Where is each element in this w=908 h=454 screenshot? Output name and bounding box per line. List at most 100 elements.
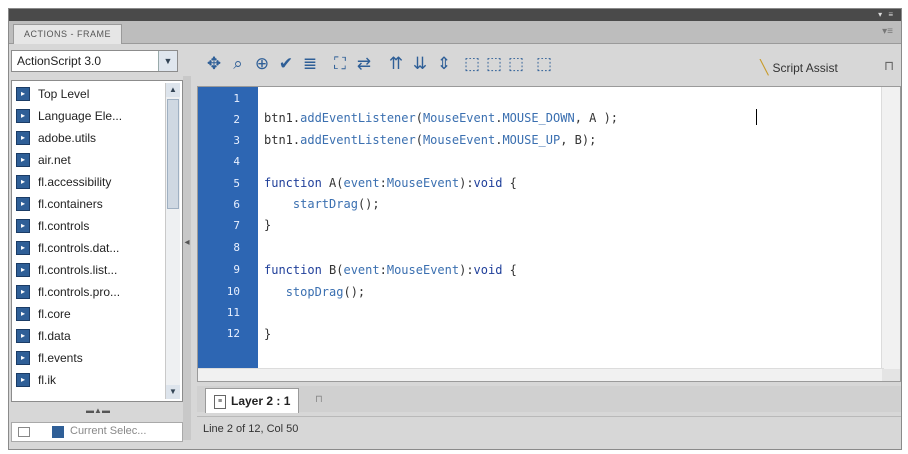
- script-editor[interactable]: 1 2 3 4 5 6 7 8 9 10 11 12 btn1.addEvent…: [197, 86, 901, 382]
- tree-item[interactable]: ▸ Language Ele...: [16, 105, 156, 127]
- panel-splitter[interactable]: [183, 76, 191, 440]
- tree-item[interactable]: ▸ fl.ik: [16, 369, 156, 391]
- script-navigator[interactable]: Current Selec...: [11, 422, 183, 442]
- line-number: 2: [233, 113, 240, 126]
- package-book-icon: ▸: [16, 175, 30, 189]
- script-file-icon: ≡: [214, 394, 226, 409]
- scrollbar-corner: [882, 369, 900, 381]
- package-book-icon: ▸: [16, 153, 30, 167]
- tree-item-label: adobe.utils: [38, 131, 97, 145]
- line-number: 7: [233, 219, 240, 232]
- resize-grip-icon[interactable]: ▬▲▬: [68, 406, 128, 416]
- debug-options-icon[interactable]: ⇄: [354, 52, 374, 76]
- auto-format-icon[interactable]: ≣: [300, 52, 320, 76]
- code-line[interactable]: }: [264, 218, 271, 232]
- tree-item-label: Top Level: [38, 87, 90, 101]
- editor-vertical-scrollbar[interactable]: [881, 87, 900, 371]
- show-code-hint-icon[interactable]: ⛶: [330, 52, 350, 76]
- navigator-toggle-icon[interactable]: [18, 427, 30, 437]
- collapse-between-braces-icon[interactable]: ⇈: [386, 52, 406, 76]
- tab-layer-2[interactable]: ≡ Layer 2 : 1: [205, 388, 300, 413]
- tree-item[interactable]: ▸ fl.core: [16, 303, 156, 325]
- tree-item[interactable]: ▸ fl.data: [16, 325, 156, 347]
- status-bar: Line 2 of 12, Col 50: [197, 416, 901, 443]
- package-book-icon: ▸: [16, 351, 30, 365]
- line-number: 5: [233, 177, 240, 190]
- panel-titlebar[interactable]: ▾ ≡: [9, 9, 901, 21]
- tree-item-label: fl.controls.pro...: [38, 285, 121, 299]
- code-line[interactable]: function B(event:MouseEvent):void {: [264, 263, 517, 277]
- line-number: 10: [226, 285, 240, 298]
- apply-line-comment-icon[interactable]: ⬚: [484, 52, 504, 76]
- package-book-icon: ▸: [16, 307, 30, 321]
- tree-item[interactable]: ▸ fl.containers: [16, 193, 156, 215]
- tree-item-label: fl.events: [38, 351, 83, 365]
- add-statement-icon[interactable]: ✥: [204, 52, 224, 76]
- tab-layer-label: Layer 2 : 1: [231, 394, 291, 408]
- window-controls[interactable]: ▾ ≡: [878, 10, 895, 19]
- line-number: 1: [233, 92, 240, 105]
- tree-item-label: fl.containers: [38, 197, 103, 211]
- code-line[interactable]: function A(event:MouseEvent):void {: [264, 176, 517, 190]
- actions-toolbox-tree[interactable]: ▸ Top Level ▸ Language Ele... ▸ adobe.utils…: [11, 80, 183, 402]
- insert-target-path-icon[interactable]: ⊕: [252, 52, 272, 76]
- expand-all-icon[interactable]: ⇕: [434, 52, 454, 76]
- collapse-selection-icon[interactable]: ⇊: [410, 52, 430, 76]
- collapse-toolbox-icon[interactable]: ◂: [184, 228, 190, 258]
- script-assist-button[interactable]: ╲ Script Assist: [760, 56, 838, 78]
- tree-item-label: fl.controls.dat...: [38, 241, 120, 255]
- find-icon[interactable]: ⌕: [228, 52, 248, 76]
- panel-menu-icon[interactable]: ▾≡: [882, 26, 893, 37]
- tree-item-label: fl.controls: [38, 219, 90, 233]
- language-select[interactable]: ActionScript 3.0 ▼: [11, 50, 178, 72]
- code-line[interactable]: stopDrag();: [264, 285, 365, 299]
- panel-tab-row: ACTIONS - FRAME ▾≡: [9, 21, 901, 44]
- tree-item[interactable]: ▸ fl.events: [16, 347, 156, 369]
- tree-item-label: air.net: [38, 153, 71, 167]
- script-tab-bar: ≡ Layer 2 : 1 ⊓: [197, 386, 901, 413]
- package-book-icon: [52, 426, 64, 438]
- line-number-gutter: 1 2 3 4 5 6 7 8 9 10 11 12: [198, 87, 258, 371]
- apply-block-comment-icon[interactable]: ⬚: [462, 52, 482, 76]
- cursor-position-status: Line 2 of 12, Col 50: [203, 423, 299, 435]
- show-hide-toolbox-icon[interactable]: ⬚: [534, 52, 554, 76]
- tree-item-label: Language Ele...: [38, 109, 123, 123]
- code-line[interactable]: btn1.addEventListener(MouseEvent.MOUSE_D…: [264, 111, 618, 125]
- scroll-down-icon[interactable]: ▼: [166, 385, 180, 399]
- remove-comment-icon[interactable]: ⬚: [506, 52, 526, 76]
- magic-wand-icon: ╲: [760, 59, 769, 75]
- tree-item[interactable]: ▸ fl.controls.pro...: [16, 281, 156, 303]
- package-book-icon: ▸: [16, 373, 30, 387]
- pin-script-icon[interactable]: ⊓: [884, 58, 894, 74]
- tree-item[interactable]: ▸ fl.controls.dat...: [16, 237, 156, 259]
- tab-actions-frame[interactable]: ACTIONS - FRAME: [13, 24, 123, 44]
- code-line[interactable]: startDrag();: [264, 197, 380, 211]
- tree-item-label: fl.core: [38, 307, 71, 321]
- package-book-icon: ▸: [16, 87, 30, 101]
- tree-item[interactable]: ▸ Top Level: [16, 83, 156, 105]
- code-line[interactable]: }: [264, 327, 271, 341]
- scrollbar-thumb[interactable]: [167, 99, 179, 209]
- tree-item[interactable]: ▸ adobe.utils: [16, 127, 156, 149]
- package-book-icon: ▸: [16, 285, 30, 299]
- pin-tab-icon[interactable]: ⊓: [315, 394, 323, 405]
- tree-item-label: fl.controls.list...: [38, 263, 118, 277]
- script-assist-label: Script Assist: [772, 61, 838, 75]
- line-number: 4: [233, 155, 240, 168]
- tree-item[interactable]: ▸ fl.accessibility: [16, 171, 156, 193]
- line-number: 8: [233, 241, 240, 254]
- line-number: 3: [233, 134, 240, 147]
- package-book-icon: ▸: [16, 197, 30, 211]
- tree-item[interactable]: ▸ fl.controls: [16, 215, 156, 237]
- tree-item[interactable]: ▸ fl.controls.list...: [16, 259, 156, 281]
- tree-item[interactable]: ▸ air.net: [16, 149, 156, 171]
- toolbox-scrollbar[interactable]: ▲ ▼: [165, 83, 180, 399]
- line-number: 12: [226, 327, 240, 340]
- check-syntax-icon[interactable]: ✔: [276, 52, 296, 76]
- code-line[interactable]: btn1.addEventListener(MouseEvent.MOUSE_U…: [264, 133, 596, 147]
- editor-horizontal-scrollbar[interactable]: [198, 368, 884, 381]
- tree-item-label: fl.accessibility: [38, 175, 112, 189]
- chevron-down-icon[interactable]: ▼: [158, 51, 177, 71]
- line-number: 6: [233, 198, 240, 211]
- scroll-up-icon[interactable]: ▲: [166, 83, 180, 97]
